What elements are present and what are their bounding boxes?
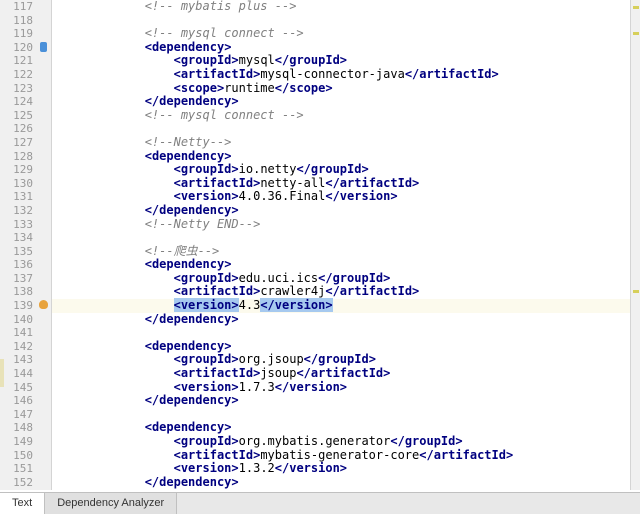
code-line[interactable]: <groupId>mysql</groupId> xyxy=(52,54,640,68)
bottom-tabs: Text Dependency Analyzer xyxy=(0,492,640,514)
error-stripe-mark[interactable] xyxy=(633,32,639,35)
code-line[interactable]: <groupId>org.jsoup</groupId> xyxy=(52,353,640,367)
error-stripe[interactable] xyxy=(630,0,640,490)
line-number[interactable]: 146 xyxy=(0,394,51,408)
code-line[interactable]: <version>1.3.2</version> xyxy=(52,462,640,476)
code-line[interactable]: </dependency> xyxy=(52,476,640,490)
line-number-gutter[interactable]: 1171181191201211221231241251261271281291… xyxy=(0,0,52,490)
line-number[interactable]: 147 xyxy=(0,408,51,422)
code-line[interactable]: <artifactId>crawler4j</artifactId> xyxy=(52,285,640,299)
code-line[interactable]: <dependency> xyxy=(52,340,640,354)
code-line[interactable]: </dependency> xyxy=(52,95,640,109)
line-number[interactable]: 143 xyxy=(0,353,51,367)
line-number[interactable]: 149 xyxy=(0,435,51,449)
line-number[interactable]: 132 xyxy=(0,204,51,218)
code-line[interactable] xyxy=(52,231,640,245)
code-line[interactable]: <dependency> xyxy=(52,150,640,164)
code-line[interactable]: <!-- mysql connect --> xyxy=(52,109,640,123)
code-line[interactable]: <groupId>edu.uci.ics</groupId> xyxy=(52,272,640,286)
line-number[interactable]: 135 xyxy=(0,245,51,259)
line-number[interactable]: 133 xyxy=(0,218,51,232)
line-number[interactable]: 122 xyxy=(0,68,51,82)
code-line[interactable]: <artifactId>mysql-connector-java</artifa… xyxy=(52,68,640,82)
code-line[interactable]: <version>4.0.36.Final</version> xyxy=(52,190,640,204)
code-line[interactable]: <!-- mybatis plus --> xyxy=(52,0,640,14)
code-line[interactable]: <!--Netty END--> xyxy=(52,218,640,232)
tab-dependency-analyzer[interactable]: Dependency Analyzer xyxy=(45,493,177,514)
code-line[interactable]: <!-- mysql connect --> xyxy=(52,27,640,41)
code-line[interactable] xyxy=(52,326,640,340)
code-line[interactable]: <!--Netty--> xyxy=(52,136,640,150)
code-line[interactable]: <scope>runtime</scope> xyxy=(52,82,640,96)
line-number[interactable]: 141 xyxy=(0,326,51,340)
line-number[interactable]: 117 xyxy=(0,0,51,14)
code-line[interactable]: <artifactId>jsoup</artifactId> xyxy=(52,367,640,381)
code-line[interactable] xyxy=(52,122,640,136)
line-number[interactable]: 140 xyxy=(0,313,51,327)
line-number[interactable]: 119 xyxy=(0,27,51,41)
editor-area: 1171181191201211221231241251261271281291… xyxy=(0,0,640,490)
line-number[interactable]: 121 xyxy=(0,54,51,68)
line-number[interactable]: 129 xyxy=(0,163,51,177)
code-line[interactable]: <version>4.3</version> xyxy=(52,299,640,313)
lightbulb-icon[interactable] xyxy=(38,300,49,311)
code-line[interactable]: <groupId>io.netty</groupId> xyxy=(52,163,640,177)
line-number[interactable]: 128 xyxy=(0,150,51,164)
code-line[interactable] xyxy=(52,14,640,28)
line-number[interactable]: 144 xyxy=(0,367,51,381)
line-number[interactable]: 142 xyxy=(0,340,51,354)
code-line[interactable]: <dependency> xyxy=(52,258,640,272)
line-number[interactable]: 127 xyxy=(0,136,51,150)
line-number[interactable]: 131 xyxy=(0,190,51,204)
change-marker xyxy=(0,359,4,387)
line-number[interactable]: 151 xyxy=(0,462,51,476)
code-line[interactable]: </dependency> xyxy=(52,204,640,218)
code-line[interactable]: <version>1.7.3</version> xyxy=(52,381,640,395)
code-area[interactable]: <!-- mybatis plus --> <!-- mysql connect… xyxy=(52,0,640,490)
line-number[interactable]: 148 xyxy=(0,421,51,435)
line-number[interactable]: 150 xyxy=(0,449,51,463)
line-number[interactable]: 125 xyxy=(0,109,51,123)
line-number[interactable]: 137 xyxy=(0,272,51,286)
code-line[interactable] xyxy=(52,408,640,422)
line-number[interactable]: 139 xyxy=(0,299,51,313)
code-line[interactable]: <artifactId>mybatis-generator-core</arti… xyxy=(52,449,640,463)
code-line[interactable]: </dependency> xyxy=(52,394,640,408)
line-number[interactable]: 134 xyxy=(0,231,51,245)
line-number[interactable]: 152 xyxy=(0,476,51,490)
line-number[interactable]: 136 xyxy=(0,258,51,272)
line-number[interactable]: 138 xyxy=(0,285,51,299)
line-number[interactable]: 123 xyxy=(0,82,51,96)
line-number[interactable]: 126 xyxy=(0,122,51,136)
line-number[interactable]: 130 xyxy=(0,177,51,191)
code-line[interactable]: <dependency> xyxy=(52,41,640,55)
tab-text[interactable]: Text xyxy=(0,493,45,514)
code-line[interactable]: <groupId>org.mybatis.generator</groupId> xyxy=(52,435,640,449)
bookmark-icon[interactable] xyxy=(38,42,49,53)
line-number[interactable]: 120 xyxy=(0,41,51,55)
line-number[interactable]: 118 xyxy=(0,14,51,28)
code-line[interactable]: <artifactId>netty-all</artifactId> xyxy=(52,177,640,191)
line-number[interactable]: 145 xyxy=(0,381,51,395)
code-line[interactable]: <!--爬虫--> xyxy=(52,245,640,259)
code-line[interactable]: </dependency> xyxy=(52,313,640,327)
error-stripe-mark[interactable] xyxy=(633,6,639,9)
error-stripe-mark[interactable] xyxy=(633,290,639,293)
line-number[interactable]: 124 xyxy=(0,95,51,109)
code-line[interactable]: <dependency> xyxy=(52,421,640,435)
